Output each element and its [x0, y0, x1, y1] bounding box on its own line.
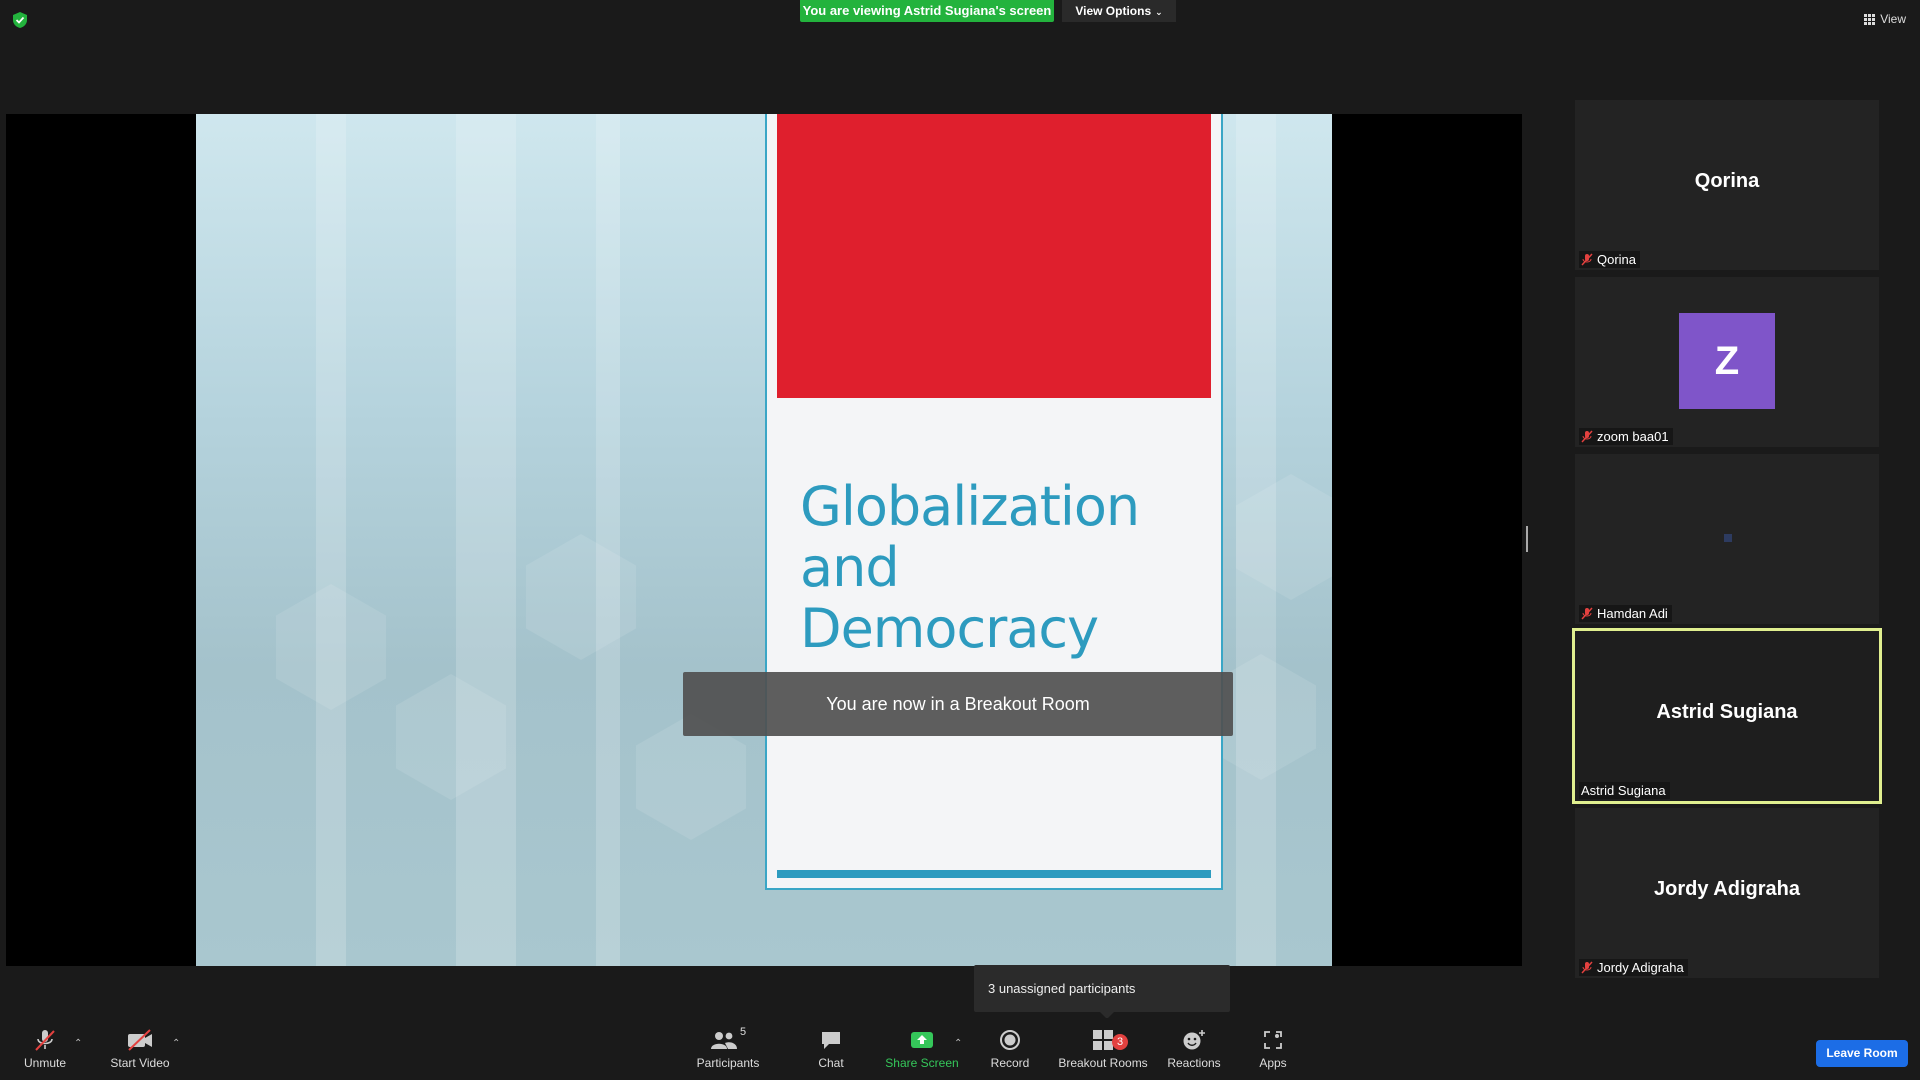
participant-tile-qorina[interactable]: Qorina Qorina — [1575, 100, 1879, 270]
participant-tile-astrid-sugiana[interactable]: Astrid Sugiana Astrid Sugiana — [1572, 628, 1882, 804]
slide-title-card: Globalization and Democracy — [765, 114, 1223, 890]
unassigned-participants-tooltip: 3 unassigned participants — [974, 965, 1230, 1019]
chevron-down-icon: ⌄ — [1155, 7, 1163, 17]
apps-label: Apps — [1259, 1056, 1287, 1070]
participant-name-label: Astrid Sugiana — [1579, 782, 1670, 799]
microphone-muted-icon — [35, 1030, 55, 1051]
participant-display-name: Qorina — [1694, 170, 1760, 192]
breakout-room-notification: You are now in a Breakout Room — [683, 672, 1233, 736]
participant-name-label: zoom baa01 — [1579, 428, 1673, 445]
share-screen-button[interactable]: Share Screen — [880, 1018, 964, 1080]
participant-name-label: Jordy Adigraha — [1579, 959, 1688, 976]
participant-tile-jordy-adigraha[interactable]: Jordy Adigraha Jordy Adigraha — [1575, 808, 1879, 978]
start-video-button[interactable]: Start Video — [104, 1018, 176, 1080]
leave-room-button[interactable]: Leave Room — [1816, 1040, 1908, 1067]
participants-button[interactable]: 5 Participants — [692, 1018, 764, 1080]
record-icon — [1000, 1030, 1020, 1050]
breakout-rooms-icon — [1093, 1030, 1113, 1050]
participant-display-name: Astrid Sugiana — [1656, 701, 1798, 723]
participant-name-label: Hamdan Adi — [1579, 605, 1672, 622]
participants-count: 5 — [739, 1026, 747, 1038]
mic-muted-icon — [1581, 430, 1593, 443]
chat-bubble-icon — [822, 1032, 840, 1049]
participant-tile-zoom-baa01[interactable]: Z zoom baa01 — [1575, 277, 1879, 447]
security-shield-icon[interactable] — [11, 11, 29, 29]
video-options-caret-icon[interactable]: ⌃ — [172, 1038, 180, 1049]
unmute-button[interactable]: Unmute — [14, 1018, 76, 1080]
participant-display-name: Jordy Adigraha — [1654, 878, 1800, 900]
slide-title: Globalization and Democracy — [800, 475, 1140, 660]
viewing-screen-banner: You are viewing Astrid Sugiana's screen — [800, 0, 1054, 22]
share-screen-label: Share Screen — [885, 1056, 959, 1070]
video-camera-off-icon — [128, 1029, 152, 1051]
mic-muted-icon — [1581, 607, 1593, 620]
unmute-label: Unmute — [23, 1056, 67, 1070]
share-options-caret-icon[interactable]: ⌃ — [954, 1038, 962, 1049]
chat-button[interactable]: Chat — [806, 1018, 856, 1080]
avatar: Z — [1679, 313, 1775, 409]
participants-icon — [710, 1032, 737, 1049]
apps-icon — [1264, 1031, 1282, 1049]
view-label: View — [1880, 12, 1906, 26]
apps-button[interactable]: Apps — [1250, 1018, 1296, 1080]
mic-muted-icon — [1581, 253, 1593, 266]
share-screen-icon — [911, 1032, 933, 1048]
audio-options-caret-icon[interactable]: ⌃ — [74, 1038, 82, 1049]
mic-muted-icon — [1581, 961, 1593, 974]
slide-red-block — [777, 114, 1211, 398]
view-options-label: View Options — [1075, 4, 1152, 18]
record-label: Record — [990, 1056, 1030, 1070]
shared-screen: Globalization and Democracy You are now … — [6, 114, 1522, 966]
view-button[interactable]: View — [1864, 12, 1906, 26]
slide-accent-bar — [777, 870, 1211, 878]
participants-label: Participants — [696, 1056, 760, 1070]
reactions-label: Reactions — [1167, 1056, 1221, 1070]
reactions-smiley-icon — [1183, 1030, 1205, 1050]
participant-name-label: Qorina — [1579, 251, 1641, 268]
chat-label: Chat — [818, 1056, 844, 1070]
record-button[interactable]: Record — [984, 1018, 1036, 1080]
grid-icon — [1864, 13, 1876, 25]
video-thumbnail — [1724, 534, 1732, 542]
breakout-rooms-button[interactable]: 3 Breakout Rooms — [1056, 1018, 1150, 1080]
view-options-button[interactable]: View Options ⌄ — [1062, 0, 1176, 22]
breakout-rooms-label: Breakout Rooms — [1058, 1056, 1148, 1070]
meeting-toolbar: Unmute ⌃ Start Video ⌃ 5 Participants Ch… — [0, 1018, 1920, 1080]
participant-tile-hamdan-adi[interactable]: Hamdan Adi — [1575, 454, 1879, 624]
reactions-button[interactable]: Reactions — [1164, 1018, 1224, 1080]
breakout-rooms-badge: 3 — [1112, 1034, 1128, 1050]
presentation-slide: Globalization and Democracy — [196, 114, 1332, 966]
resize-handle[interactable] — [1526, 526, 1528, 552]
start-video-label: Start Video — [110, 1056, 170, 1070]
